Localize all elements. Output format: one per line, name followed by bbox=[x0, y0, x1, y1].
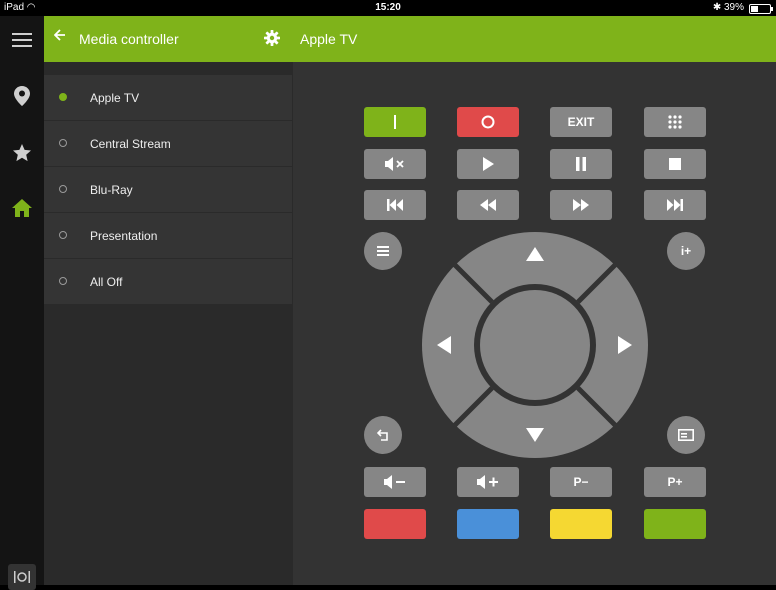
keypad-button[interactable] bbox=[644, 107, 706, 137]
sidebar-title: Media controller bbox=[79, 31, 179, 47]
star-icon bbox=[13, 144, 31, 162]
gear-icon bbox=[264, 30, 280, 46]
location-button[interactable] bbox=[0, 76, 44, 116]
source-label: Apple TV bbox=[90, 91, 140, 105]
stop-icon bbox=[669, 158, 681, 170]
page-title: Apple TV bbox=[300, 31, 358, 47]
source-label: All Off bbox=[90, 275, 123, 289]
yellow-button[interactable] bbox=[550, 509, 612, 539]
play-button[interactable] bbox=[457, 149, 519, 179]
source-label: Blu-Ray bbox=[90, 183, 133, 197]
program-down-button[interactable]: P− bbox=[550, 467, 612, 497]
volume-up-button[interactable] bbox=[457, 467, 519, 497]
radio-selected-icon bbox=[59, 93, 67, 101]
battery-fill bbox=[751, 6, 759, 12]
return-icon bbox=[377, 429, 388, 441]
home-icon bbox=[12, 199, 32, 217]
arrow-left-icon bbox=[53, 29, 65, 41]
radio-icon bbox=[59, 139, 67, 147]
sidebar-header: Media controller bbox=[44, 16, 292, 62]
stop-button[interactable] bbox=[644, 149, 706, 179]
location-pin-icon bbox=[14, 86, 30, 106]
source-list: Apple TV Central Stream Blu-Ray Presenta… bbox=[44, 62, 292, 585]
source-item-all-off[interactable]: All Off bbox=[44, 259, 292, 305]
dpad-ok-button[interactable] bbox=[480, 290, 590, 400]
play-icon bbox=[483, 157, 494, 171]
list-spacer bbox=[44, 62, 292, 75]
list-menu-icon bbox=[377, 246, 389, 256]
menu-button[interactable] bbox=[0, 20, 44, 60]
home-button[interactable] bbox=[0, 188, 44, 228]
guide-icon bbox=[678, 429, 694, 441]
blue-button[interactable] bbox=[457, 509, 519, 539]
mute-icon bbox=[385, 157, 404, 171]
radio-icon bbox=[59, 277, 67, 285]
volume-down-button[interactable] bbox=[364, 467, 426, 497]
status-bar: iPad ◠ 15:20 ✱ 39% bbox=[0, 0, 776, 16]
source-label: Central Stream bbox=[90, 137, 171, 151]
status-time: 15:20 bbox=[375, 2, 401, 13]
source-item-apple-tv[interactable]: Apple TV bbox=[44, 75, 292, 121]
nav-rail bbox=[0, 16, 44, 590]
program-down-label: P− bbox=[573, 475, 589, 489]
battery-percent: ✱ 39% bbox=[713, 2, 744, 13]
info-button[interactable]: i+ bbox=[667, 232, 705, 270]
mute-button[interactable] bbox=[364, 149, 426, 179]
menu-icon bbox=[12, 33, 32, 47]
fast-forward-icon bbox=[573, 199, 589, 211]
info-label: i+ bbox=[680, 244, 692, 258]
source-label: Presentation bbox=[90, 229, 158, 243]
dpad bbox=[422, 232, 648, 458]
volume-up-icon bbox=[477, 475, 498, 489]
battery-icon bbox=[749, 4, 773, 14]
keypad-icon bbox=[668, 115, 682, 129]
pause-icon bbox=[576, 157, 586, 171]
red-button[interactable] bbox=[364, 509, 426, 539]
program-up-label: P+ bbox=[667, 475, 683, 489]
guide-button[interactable] bbox=[667, 416, 705, 454]
radio-icon bbox=[59, 185, 67, 193]
skip-previous-icon bbox=[387, 199, 403, 211]
pause-button[interactable] bbox=[550, 149, 612, 179]
menu-circle-button[interactable] bbox=[364, 232, 402, 270]
previous-button[interactable] bbox=[364, 190, 426, 220]
return-button[interactable] bbox=[364, 416, 402, 454]
power-on-button[interactable] bbox=[364, 107, 426, 137]
power-off-button[interactable] bbox=[457, 107, 519, 137]
source-item-central-stream[interactable]: Central Stream bbox=[44, 121, 292, 167]
radio-icon bbox=[59, 231, 67, 239]
exit-button[interactable]: EXIT bbox=[550, 107, 612, 137]
skip-next-icon bbox=[667, 199, 683, 211]
battery-text: 39% bbox=[723, 2, 744, 13]
volume-down-icon bbox=[384, 475, 405, 489]
exit-label: EXIT bbox=[567, 115, 595, 129]
source-item-blu-ray[interactable]: Blu-Ray bbox=[44, 167, 292, 213]
favorites-button[interactable] bbox=[0, 133, 44, 173]
dining-icon bbox=[14, 571, 30, 583]
power-off-icon bbox=[481, 115, 495, 129]
rewind-icon bbox=[480, 199, 496, 211]
source-item-presentation[interactable]: Presentation bbox=[44, 213, 292, 259]
main-header: Apple TV bbox=[292, 16, 776, 62]
fast-forward-button[interactable] bbox=[550, 190, 612, 220]
rewind-button[interactable] bbox=[457, 190, 519, 220]
program-up-button[interactable]: P+ bbox=[644, 467, 706, 497]
next-button[interactable] bbox=[644, 190, 706, 220]
settings-button[interactable] bbox=[264, 30, 280, 51]
green-button[interactable] bbox=[644, 509, 706, 539]
bluetooth-icon: ✱ bbox=[712, 2, 722, 13]
power-on-icon bbox=[394, 115, 396, 129]
dining-button[interactable] bbox=[8, 564, 36, 590]
back-button[interactable] bbox=[53, 28, 66, 46]
